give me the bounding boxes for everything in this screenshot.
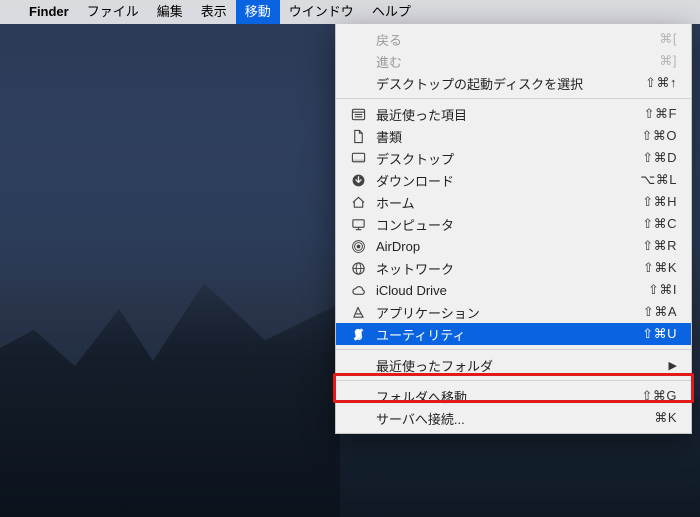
menu-item-documents[interactable]: 書類 ⇧⌘O bbox=[336, 125, 691, 147]
menu-go[interactable]: 移動 bbox=[236, 0, 280, 24]
menu-item-home[interactable]: ホーム ⇧⌘H bbox=[336, 191, 691, 213]
icloud-icon bbox=[350, 282, 366, 298]
menu-item-recents[interactable]: 最近使った項目 ⇧⌘F bbox=[336, 103, 691, 125]
menu-file[interactable]: ファイル bbox=[78, 0, 148, 24]
menu-item-label: アプリケーション bbox=[376, 303, 633, 322]
menu-item-go-to-folder[interactable]: フォルダへ移動... ⇧⌘G bbox=[336, 385, 691, 407]
menu-item-shortcut: ⇧⌘O bbox=[641, 128, 677, 144]
documents-icon bbox=[350, 128, 366, 144]
menu-item-utilities[interactable]: ユーティリティ ⇧⌘U bbox=[336, 323, 691, 345]
desktop: Finder ファイル 編集 表示 移動 ウインドウ ヘルプ 戻る ⌘[ 進む … bbox=[0, 0, 700, 517]
utilities-icon bbox=[350, 326, 366, 342]
menu-item-shortcut: ⇧⌘G bbox=[641, 388, 677, 404]
submenu-arrow-icon: ▶ bbox=[669, 359, 677, 372]
menu-item-shortcut: ⇧⌘C bbox=[642, 216, 677, 232]
menu-item-startup-disk[interactable]: デスクトップの起動ディスクを選択 ⇧⌘↑ bbox=[336, 72, 691, 94]
menu-item-label: iCloud Drive bbox=[376, 283, 638, 298]
menu-item-label: ネットワーク bbox=[376, 259, 633, 278]
airdrop-icon bbox=[350, 238, 366, 254]
home-icon bbox=[350, 194, 366, 210]
menu-item-label: フォルダへ移動... bbox=[376, 387, 631, 406]
menu-item-shortcut: ⇧⌘H bbox=[642, 194, 677, 210]
menu-item-label: 戻る bbox=[376, 30, 649, 49]
menu-item-shortcut: ⇧⌘I bbox=[648, 282, 677, 298]
menu-view[interactable]: 表示 bbox=[192, 0, 236, 24]
menu-item-label: ダウンロード bbox=[376, 171, 630, 190]
menu-item-label: ユーティリティ bbox=[376, 325, 632, 344]
menu-item-connect-server[interactable]: サーバへ接続... ⌘K bbox=[336, 407, 691, 429]
menu-item-label: コンピュータ bbox=[376, 215, 632, 234]
menu-item-shortcut: ⇧⌘U bbox=[642, 326, 677, 342]
menu-item-label: 最近使った項目 bbox=[376, 105, 634, 124]
menu-item-shortcut: ⇧⌘F bbox=[644, 106, 677, 122]
menu-item-label: 進む bbox=[376, 52, 649, 71]
menu-item-shortcut: ⌘[ bbox=[659, 31, 677, 47]
menu-item-label: デスクトップ bbox=[376, 149, 632, 168]
menu-item-label: ホーム bbox=[376, 193, 632, 212]
menu-item-airdrop[interactable]: AirDrop ⇧⌘R bbox=[336, 235, 691, 257]
menu-item-shortcut: ⌥⌘L bbox=[640, 172, 677, 188]
menu-item-recent-folders[interactable]: 最近使ったフォルダ ▶ bbox=[336, 354, 691, 376]
menu-separator bbox=[336, 349, 691, 350]
go-menu-dropdown: 戻る ⌘[ 進む ⌘] デスクトップの起動ディスクを選択 ⇧⌘↑ 最近使った項目… bbox=[335, 24, 692, 434]
menu-separator bbox=[336, 98, 691, 99]
menu-item-shortcut: ⌘] bbox=[659, 53, 677, 69]
menu-item-shortcut: ⌘K bbox=[654, 410, 677, 426]
menu-item-label: サーバへ接続... bbox=[376, 409, 644, 428]
menu-item-label: AirDrop bbox=[376, 239, 632, 254]
menu-item-label: 最近使ったフォルダ bbox=[376, 356, 659, 375]
menu-item-downloads[interactable]: ダウンロード ⌥⌘L bbox=[336, 169, 691, 191]
menu-edit[interactable]: 編集 bbox=[148, 0, 192, 24]
menu-item-shortcut: ⇧⌘↑ bbox=[645, 75, 677, 91]
downloads-icon bbox=[350, 172, 366, 188]
wallpaper-mountains bbox=[0, 257, 340, 517]
desktop-icon bbox=[350, 150, 366, 166]
menu-item-applications[interactable]: アプリケーション ⇧⌘A bbox=[336, 301, 691, 323]
menu-item-shortcut: ⇧⌘D bbox=[642, 150, 677, 166]
menu-item-icloud[interactable]: iCloud Drive ⇧⌘I bbox=[336, 279, 691, 301]
applications-icon bbox=[350, 304, 366, 320]
menu-separator bbox=[336, 380, 691, 381]
menu-item-desktop[interactable]: デスクトップ ⇧⌘D bbox=[336, 147, 691, 169]
menu-item-computer[interactable]: コンピュータ ⇧⌘C bbox=[336, 213, 691, 235]
network-icon bbox=[350, 260, 366, 276]
app-name-menu[interactable]: Finder bbox=[20, 0, 78, 24]
menu-item-shortcut: ⇧⌘A bbox=[643, 304, 677, 320]
menu-item-label: デスクトップの起動ディスクを選択 bbox=[376, 74, 635, 93]
menu-item-shortcut: ⇧⌘K bbox=[643, 260, 677, 276]
menu-item-network[interactable]: ネットワーク ⇧⌘K bbox=[336, 257, 691, 279]
menu-help[interactable]: ヘルプ bbox=[363, 0, 420, 24]
menubar: Finder ファイル 編集 表示 移動 ウインドウ ヘルプ bbox=[0, 0, 700, 24]
menu-item-label: 書類 bbox=[376, 127, 631, 146]
menu-item-forward: 進む ⌘] bbox=[336, 50, 691, 72]
menu-item-back: 戻る ⌘[ bbox=[336, 28, 691, 50]
menu-window[interactable]: ウインドウ bbox=[280, 0, 363, 24]
computer-icon bbox=[350, 216, 366, 232]
menu-item-shortcut: ⇧⌘R bbox=[642, 238, 677, 254]
recents-icon bbox=[350, 106, 366, 122]
